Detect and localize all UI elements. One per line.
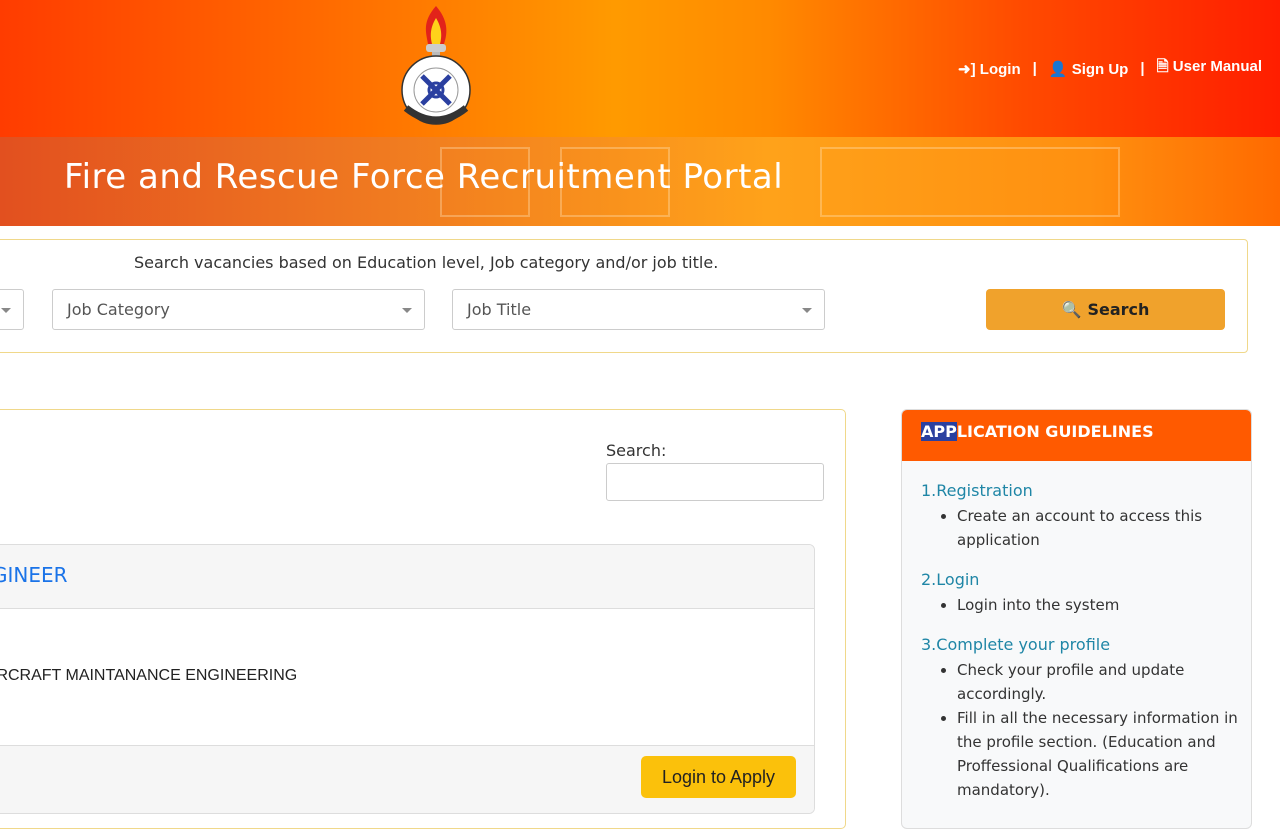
sign-in-icon: ➜] [958,60,976,78]
search-icon: 🔍 [1061,300,1082,319]
search-button[interactable]: 🔍 Search [986,289,1225,330]
vacancy-description: IRCRAFT MAINTANANCE ENGINEERING [0,667,298,684]
user-icon: 👤 [1048,60,1068,78]
vacancy-card: GINEER IRCRAFT MAINTANANCE ENGINEERING L… [0,544,815,814]
search-hint: Search vacancies based on Education leve… [134,253,719,272]
page-title: Fire and Rescue Force Recruitment Portal [64,157,784,197]
guideline-item: Create an account to access this applica… [957,504,1247,552]
user-manual-link[interactable]: 🗎 User Manual [1157,56,1262,81]
nav-separator: | [1032,60,1037,77]
vacancy-search-panel: Search vacancies based on Education leve… [0,239,1248,353]
guideline-item: Fill in all the necessary information in… [957,706,1247,802]
file-pdf-icon: 🗎 [1156,58,1169,75]
job-category-select[interactable]: Job Category [52,289,425,330]
selected-text: APP [921,422,957,441]
guideline-item: Login into the system [957,593,1247,617]
application-guidelines: APPLICATION GUIDELINES 1.Registration Cr… [901,409,1252,829]
fire-rescue-logo [401,6,471,125]
banner: Fire and Rescue Force Recruitment Portal [0,137,1280,226]
guideline-heading: 3.Complete your profile [921,635,1111,654]
site-header: ➜] Login | 👤 Sign Up | 🗎 User Manual [0,0,1280,137]
vacancy-footer: Login to Apply [0,745,814,813]
login-link[interactable]: ➜] Login [958,60,1021,78]
guidelines-title: APPLICATION GUIDELINES [902,410,1251,461]
guideline-item: Check your profile and update accordingl… [957,658,1247,706]
job-title-select[interactable]: Job Title [452,289,825,330]
education-level-select[interactable] [0,289,24,330]
guideline-heading: 1.Registration [921,481,1033,500]
table-search-input[interactable] [606,463,824,501]
vacancy-title[interactable]: GINEER [0,545,814,609]
guideline-heading: 2.Login [921,570,980,589]
login-to-apply-button[interactable]: Login to Apply [641,756,796,798]
sign-up-link[interactable]: 👤 Sign Up [1049,60,1129,78]
banner-decoration [820,147,1120,217]
vacancy-list-panel: Search: GINEER IRCRAFT MAINTANANCE ENGIN… [0,409,846,829]
nav-separator: | [1140,60,1145,77]
top-nav: ➜] Login | 👤 Sign Up | 🗎 User Manual [958,56,1262,81]
search-label: Search: [606,441,667,460]
